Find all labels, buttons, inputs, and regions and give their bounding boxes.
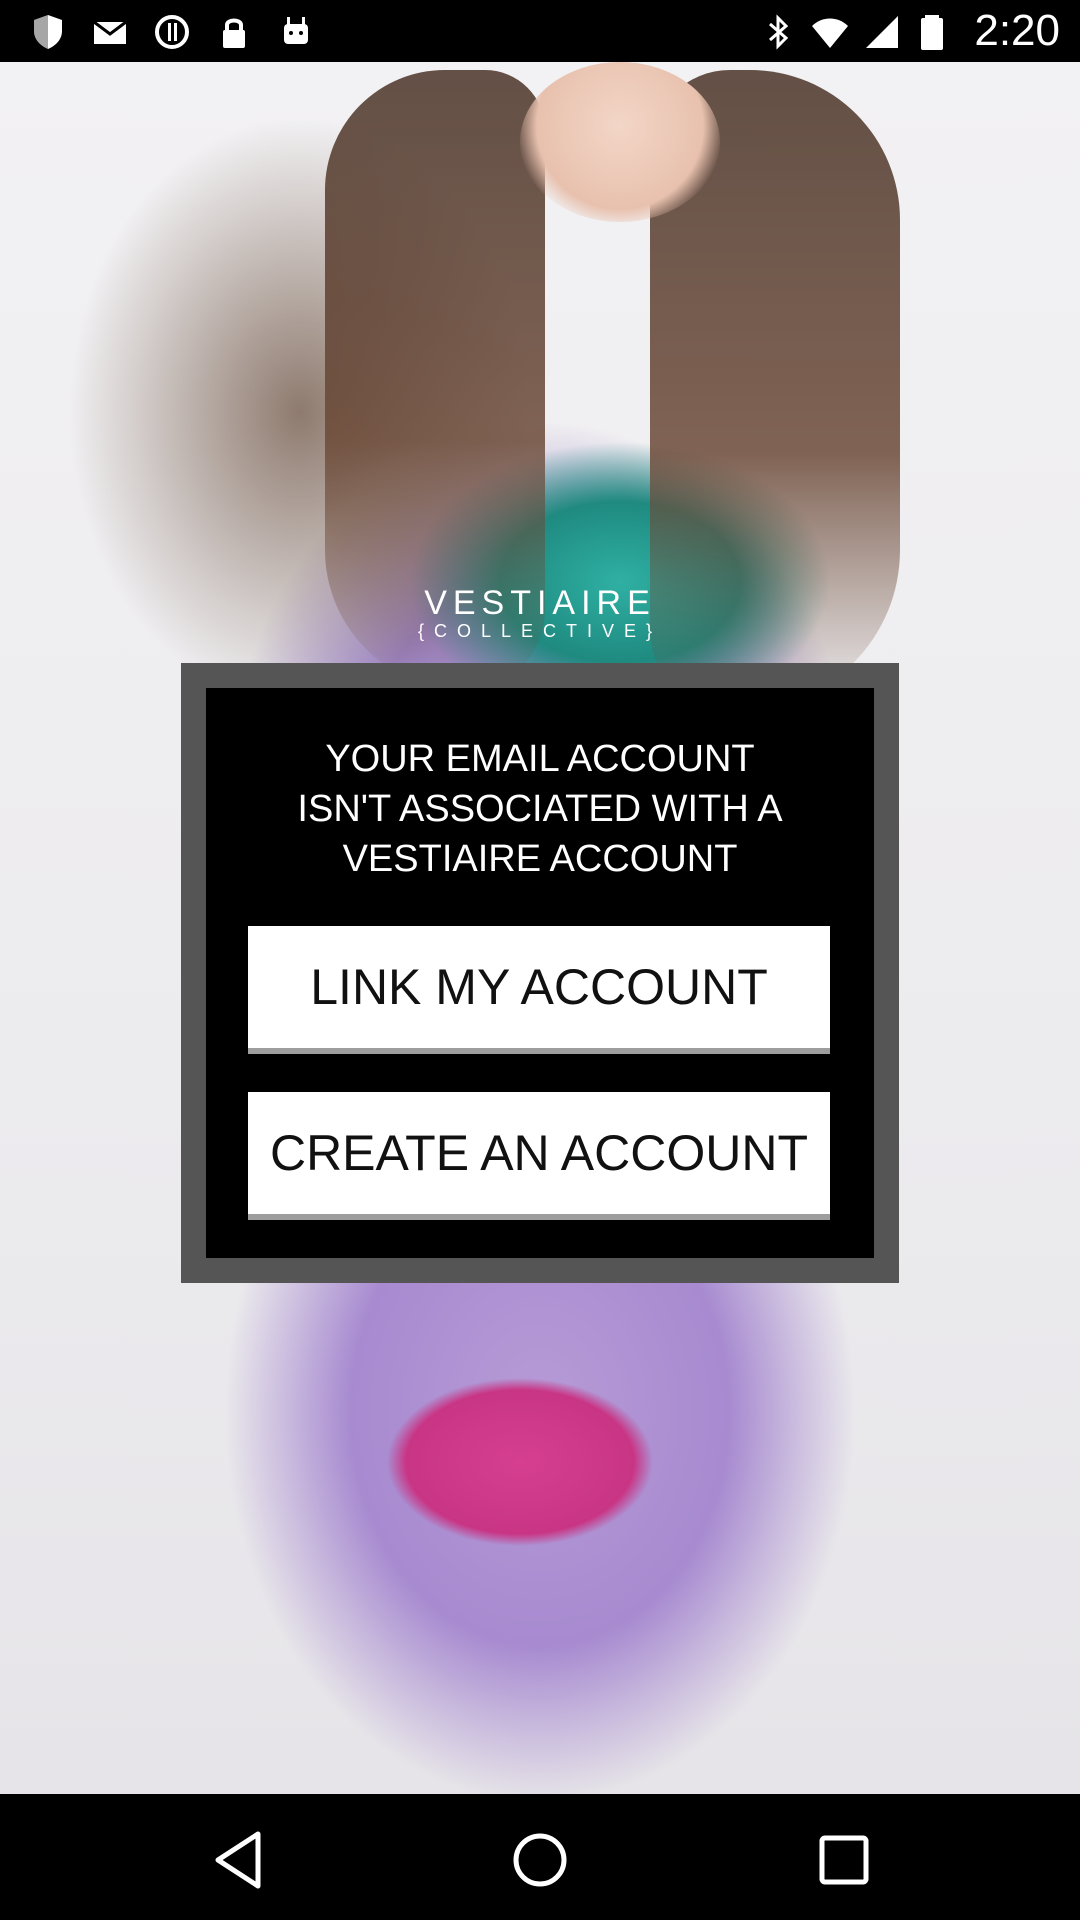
email-icon (93, 20, 127, 44)
brand-logo: VESTIAIRE {COLLECTIVE} (0, 584, 1080, 642)
lock-icon (223, 18, 245, 48)
navigation-bar (0, 1794, 1080, 1920)
status-bar: 2:20 (0, 0, 1080, 62)
link-account-button[interactable]: LINK MY ACCOUNT (248, 926, 830, 1048)
dialog-message: YOUR EMAIL ACCOUNT ISN'T ASSOCIATED WITH… (297, 738, 783, 880)
back-icon[interactable] (200, 1820, 280, 1900)
recents-icon[interactable] (804, 1820, 884, 1900)
brand-subtitle: {COLLECTIVE} (417, 621, 663, 641)
sync-icon (155, 15, 189, 49)
brand-name: VESTIAIRE (424, 584, 656, 622)
status-time: 2:20 (974, 6, 1060, 55)
wifi-icon (812, 18, 848, 48)
signal-icon (866, 16, 898, 48)
android-icon (284, 17, 308, 44)
account-dialog: YOUR EMAIL ACCOUNT ISN'T ASSOCIATED WITH… (206, 688, 874, 1258)
bluetooth-icon (769, 14, 789, 50)
home-icon[interactable] (500, 1820, 580, 1900)
photo-face (520, 62, 720, 222)
shield-icon (34, 15, 62, 49)
create-account-button[interactable]: CREATE AN ACCOUNT (248, 1092, 830, 1214)
battery-icon (921, 15, 943, 50)
